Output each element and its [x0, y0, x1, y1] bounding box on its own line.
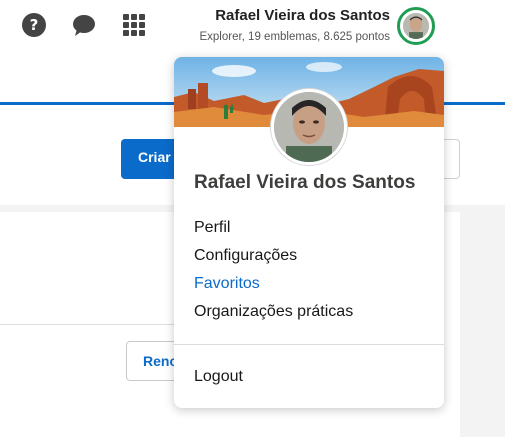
profile-name: Rafael Vieira dos Santos: [194, 172, 416, 193]
menu-item-organizacoes-praticas[interactable]: Organizações práticas: [194, 303, 353, 321]
content-divider: [0, 324, 175, 325]
chat-icon[interactable]: [71, 12, 97, 38]
svg-text:?: ?: [30, 16, 39, 34]
header-avatar[interactable]: [397, 7, 435, 45]
menu-divider: [174, 344, 444, 345]
profile-photo-icon: [274, 92, 344, 162]
profile-dropdown: Rafael Vieira dos Santos Perfil Configur…: [174, 57, 444, 408]
create-button[interactable]: Criar: [121, 139, 181, 179]
header-user-name[interactable]: Rafael Vieira dos Santos: [215, 7, 390, 24]
help-icon[interactable]: ?: [21, 12, 47, 38]
menu-item-configuracoes[interactable]: Configurações: [194, 247, 297, 265]
menu-item-favoritos[interactable]: Favoritos: [194, 275, 260, 293]
logout-item[interactable]: Logout: [194, 368, 243, 386]
profile-avatar[interactable]: [270, 88, 348, 166]
header-user-stats: Explorer, 19 emblemas, 8.625 pontos: [199, 31, 390, 43]
menu-item-perfil[interactable]: Perfil: [194, 219, 230, 237]
app-launcher-icon[interactable]: [121, 12, 147, 38]
avatar-photo-icon: [403, 13, 429, 39]
